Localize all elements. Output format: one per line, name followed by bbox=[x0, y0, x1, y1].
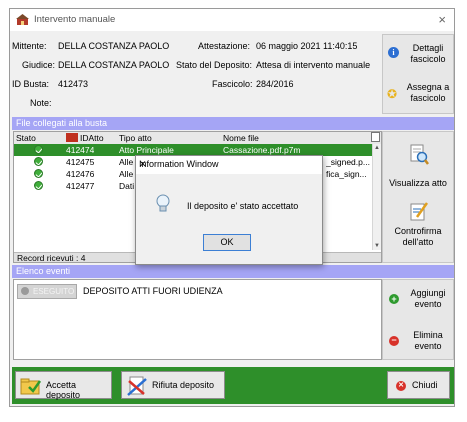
window-close-button[interactable]: × bbox=[438, 12, 446, 27]
reject-document-icon bbox=[127, 376, 147, 396]
events-list: ESEGUITO DEPOSITO ATTI FUORI UDIENZA bbox=[13, 279, 382, 360]
row-idatto: 412477 bbox=[66, 181, 95, 191]
chiudi-button[interactable]: ✕ Chiudi bbox=[387, 371, 450, 399]
side-panel-bottom: + Aggiungi evento − Elimina evento bbox=[382, 279, 454, 360]
id-busta-value: 412473 bbox=[58, 79, 89, 89]
accetta-deposito-button[interactable]: Accetta deposito bbox=[15, 371, 112, 400]
footer-bar: Accetta deposito Rifiuta deposito ✕ Chiu… bbox=[12, 367, 454, 404]
dialog-close-button[interactable]: ✕ bbox=[139, 159, 316, 170]
dettagli-fascicolo-label: Dettagli fascicolo bbox=[410, 43, 446, 64]
mittente-label: Mittente: bbox=[12, 41, 47, 51]
accepted-check-icon bbox=[34, 169, 43, 178]
controfirma-atto-button[interactable]: Controfirma dell'atto bbox=[383, 196, 453, 262]
dialog-message: Il deposito e' stato accettato bbox=[187, 201, 299, 211]
col-nome-file[interactable]: Nome file bbox=[223, 133, 259, 143]
title-bar: Intervento manuale × bbox=[10, 9, 454, 31]
check-icon bbox=[21, 287, 29, 295]
col-tipo-atto[interactable]: Tipo atto bbox=[119, 133, 152, 143]
giudice-value: DELLA COSTANZA PAOLO bbox=[58, 60, 170, 70]
scroll-up-icon[interactable]: ▲ bbox=[374, 145, 380, 151]
note-label: Note: bbox=[30, 98, 52, 108]
row-nome-file: Cassazione.pdf.p7m bbox=[223, 145, 301, 155]
information-dialog: Information Window ✕ Il deposito e' stat… bbox=[135, 155, 323, 265]
elimina-evento-button[interactable]: − Elimina evento bbox=[383, 320, 453, 360]
dialog-title-bar: Information Window ✕ bbox=[136, 156, 322, 174]
row-idatto: 412476 bbox=[66, 169, 95, 179]
id-busta-label: ID Busta: bbox=[12, 79, 50, 89]
assegna-fascicolo-label: Assegna a fascicolo bbox=[406, 82, 450, 103]
eseguito-label: ESEGUITO bbox=[33, 287, 75, 296]
background-window-strip bbox=[0, 0, 467, 8]
info-icon: i bbox=[388, 47, 399, 58]
row-idatto: 412475 bbox=[66, 157, 95, 167]
col-idatto[interactable]: IDAtto bbox=[80, 133, 104, 143]
accepted-check-icon bbox=[34, 157, 43, 166]
scroll-down-icon[interactable]: ▼ bbox=[374, 243, 380, 249]
star-icon: ✪ bbox=[387, 87, 398, 101]
remove-icon: − bbox=[389, 336, 399, 346]
side-panel-top: i Dettagli fascicolo ✪ Assegna a fascico… bbox=[382, 34, 454, 114]
accepted-check-icon bbox=[34, 181, 43, 190]
aggiungi-evento-button[interactable]: + Aggiungi evento bbox=[383, 280, 453, 320]
lightbulb-icon bbox=[156, 194, 170, 212]
window-title: Intervento manuale bbox=[34, 14, 116, 25]
fascicolo-value: 284/2016 bbox=[256, 79, 294, 89]
accetta-deposito-label: Accetta deposito bbox=[46, 380, 81, 400]
eseguito-badge: ESEGUITO bbox=[17, 284, 77, 299]
attestazione-value: 06 maggio 2021 11:40:15 bbox=[256, 41, 358, 51]
app-icon bbox=[16, 14, 29, 25]
events-section-header: Elenco eventi bbox=[12, 265, 454, 278]
dettagli-fascicolo-button[interactable]: i Dettagli fascicolo bbox=[383, 35, 453, 73]
attestazione-label: Attestazione: bbox=[198, 41, 251, 51]
row-nome-file: _signed.p... bbox=[326, 157, 370, 167]
row-idatto: 412474 bbox=[66, 145, 95, 155]
aggiungi-evento-label: Aggiungi evento bbox=[410, 288, 446, 309]
ok-button[interactable]: OK bbox=[203, 234, 251, 251]
side-panel-mid: Visualizza atto Controfirma dell'atto bbox=[382, 131, 454, 263]
edit-document-icon bbox=[410, 202, 429, 221]
elimina-evento-label: Elimina evento bbox=[413, 330, 443, 351]
controfirma-atto-label: Controfirma dell'atto bbox=[394, 226, 442, 247]
close-icon: ✕ bbox=[396, 381, 406, 391]
stato-deposito-value: Attesa di intervento manuale bbox=[256, 60, 371, 70]
fascicolo-label: Fascicolo: bbox=[212, 79, 253, 89]
mittente-value: DELLA COSTANZA PAOLO bbox=[58, 41, 170, 51]
column-chooser-icon[interactable] bbox=[371, 132, 380, 142]
event-text[interactable]: DEPOSITO ATTI FUORI UDIENZA bbox=[83, 286, 223, 296]
add-icon: + bbox=[389, 294, 399, 304]
visualizza-atto-button[interactable]: Visualizza atto bbox=[383, 132, 453, 196]
row-tipo-atto: Atto Principale bbox=[119, 145, 174, 155]
accepted-check-icon bbox=[34, 145, 43, 154]
visualizza-atto-label: Visualizza atto bbox=[389, 178, 447, 188]
assegna-fascicolo-button[interactable]: ✪ Assegna a fascicolo bbox=[383, 75, 453, 113]
sort-icon bbox=[66, 133, 78, 142]
rifiuta-deposito-button[interactable]: Rifiuta deposito bbox=[121, 371, 225, 399]
magnifier-document-icon bbox=[410, 144, 429, 165]
files-table-scrollbar[interactable]: ▲ ▼ bbox=[372, 144, 381, 250]
giudice-label: Giudice: bbox=[22, 60, 56, 70]
row-nome-file: fica_sign... bbox=[326, 169, 367, 179]
accept-folder-icon bbox=[20, 378, 42, 395]
rifiuta-deposito-label: Rifiuta deposito bbox=[152, 380, 215, 390]
stato-deposito-label: Stato del Deposito: bbox=[176, 60, 253, 70]
files-section-header: File collegati alla busta bbox=[12, 117, 454, 130]
col-stato[interactable]: Stato bbox=[16, 133, 36, 143]
chiudi-label: Chiudi bbox=[412, 380, 438, 390]
